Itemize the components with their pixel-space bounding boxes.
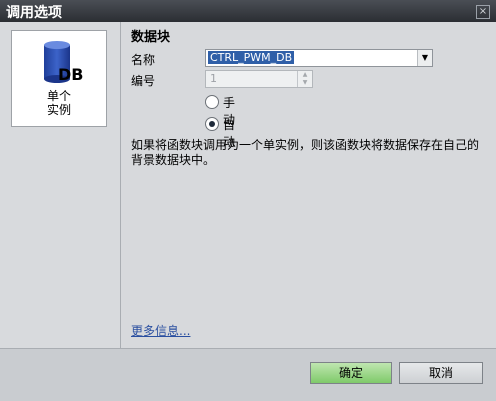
name-value: CTRL_PWM_DB [208, 51, 295, 64]
ok-button[interactable]: 确定 [310, 362, 392, 384]
instance-type-panel: DB 单个 实例 [0, 22, 121, 348]
data-block-panel: 数据块 名称 CTRL_PWM_DB ▼ 编号 1 ▲ ▼ 手动 自动 如果将函… [121, 22, 496, 348]
tile-label-line2: 实例 [46, 103, 71, 117]
name-combobox[interactable]: CTRL_PWM_DB ▼ [205, 49, 433, 67]
svg-text:DB: DB [58, 65, 83, 84]
tile-label-line1: 单个 [46, 89, 71, 103]
number-spinner[interactable]: 1 ▲ ▼ [205, 70, 313, 88]
spinner-buttons: ▲ ▼ [297, 71, 312, 87]
cancel-button[interactable]: 取消 [399, 362, 483, 384]
chevron-down-icon[interactable]: ▼ [417, 50, 432, 66]
title-bar: 调用选项 × [0, 0, 496, 22]
dialog-title: 调用选项 [6, 5, 62, 21]
radio-selected-dot [209, 121, 215, 127]
spin-down-icon[interactable]: ▼ [298, 79, 312, 87]
call-options-dialog: 调用选项 × DB 单个 实例 数据块 名称 CTRL_PWM_DB ▼ 编号 … [0, 0, 496, 401]
name-label: 名称 [131, 53, 156, 67]
close-icon[interactable]: × [476, 5, 490, 19]
db-icon: DB [44, 41, 83, 84]
radio-manual-button[interactable] [205, 95, 219, 109]
button-bar: 确定 取消 [0, 348, 496, 401]
more-info-link[interactable]: 更多信息... [131, 322, 190, 339]
spin-up-icon[interactable]: ▲ [298, 71, 312, 79]
number-value: 1 [210, 72, 217, 85]
single-instance-tile[interactable]: DB 单个 实例 [11, 30, 107, 127]
single-instance-label: 单个 实例 [12, 89, 106, 117]
number-label: 编号 [131, 74, 156, 88]
description-text: 如果将函数块调用为一个单实例，则该函数块将数据保存在自己的背景数据块中。 [131, 138, 480, 167]
radio-auto-button[interactable] [205, 117, 219, 131]
section-title: 数据块 [131, 30, 171, 45]
